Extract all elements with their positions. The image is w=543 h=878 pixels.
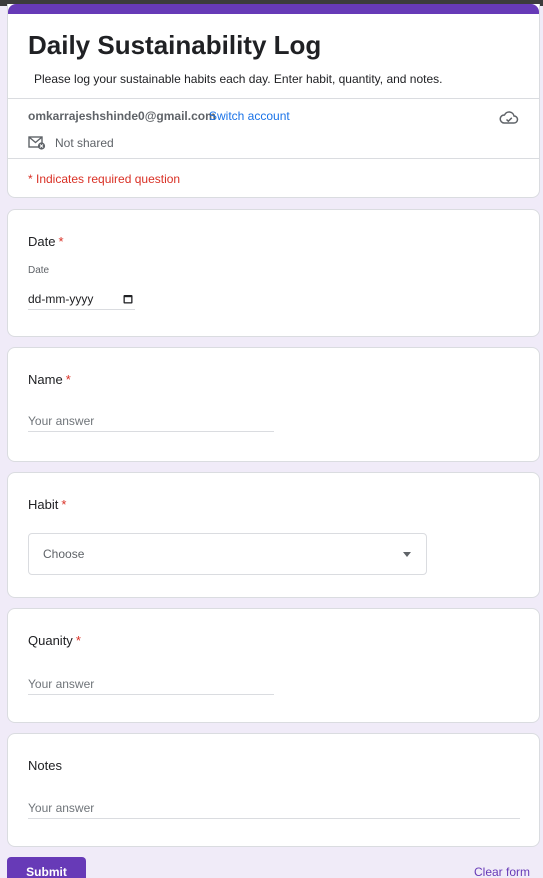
- question-title-text: Quanity: [28, 633, 73, 648]
- question-card-date: Date * Date dd-mm-yyyy: [7, 209, 540, 337]
- divider: [8, 98, 539, 99]
- account-email: omkarrajeshshinde0@gmail.com: [28, 109, 216, 123]
- question-card-notes: Notes Your answer: [7, 733, 540, 847]
- required-asterisk: *: [61, 497, 67, 512]
- habit-selected-value: Choose: [43, 547, 85, 561]
- question-title-text: Date: [28, 234, 56, 249]
- calendar-icon[interactable]: [123, 294, 133, 304]
- question-title-quantity: Quanity *: [28, 633, 81, 648]
- name-placeholder: Your answer: [28, 414, 95, 428]
- notes-input[interactable]: Your answer: [28, 798, 520, 819]
- form-description: Please log your sustainable habits each …: [34, 72, 443, 86]
- submit-button[interactable]: Submit: [7, 857, 86, 878]
- question-title-text: Habit: [28, 497, 59, 512]
- form-header-card: Daily Sustainability Log Please log your…: [7, 4, 540, 198]
- date-input[interactable]: dd-mm-yyyy: [28, 289, 135, 310]
- clear-form-link[interactable]: Clear form: [474, 865, 530, 878]
- accent-bar: [8, 4, 539, 14]
- required-note: * Indicates required question: [28, 172, 181, 186]
- required-asterisk: *: [75, 633, 81, 648]
- quantity-input[interactable]: Your answer: [28, 674, 274, 695]
- date-sub-label: Date: [28, 265, 50, 276]
- required-asterisk: *: [58, 234, 64, 249]
- name-input[interactable]: Your answer: [28, 411, 274, 432]
- form-title: Daily Sustainability Log: [28, 30, 322, 60]
- divider: [8, 158, 539, 159]
- quantity-placeholder: Your answer: [28, 677, 95, 691]
- question-title-name: Name *: [28, 372, 71, 387]
- question-title-date: Date *: [28, 234, 64, 249]
- question-card-habit: Habit * Choose: [7, 472, 540, 598]
- notes-placeholder: Your answer: [28, 801, 95, 815]
- cloud-check-icon[interactable]: [499, 110, 519, 126]
- question-title-text: Name: [28, 372, 63, 387]
- not-shared-label: Not shared: [55, 136, 114, 150]
- mail-not-shared-icon: [28, 136, 46, 150]
- date-placeholder: dd-mm-yyyy: [28, 292, 94, 306]
- switch-account-link[interactable]: Switch account: [209, 109, 290, 123]
- caret-down-icon: [403, 551, 411, 557]
- question-card-quantity: Quanity * Your answer: [7, 608, 540, 723]
- habit-dropdown[interactable]: Choose: [28, 533, 427, 575]
- required-asterisk: *: [65, 372, 71, 387]
- question-title-notes: Notes: [28, 758, 62, 773]
- question-title-habit: Habit *: [28, 497, 66, 512]
- question-card-name: Name * Your answer: [7, 347, 540, 462]
